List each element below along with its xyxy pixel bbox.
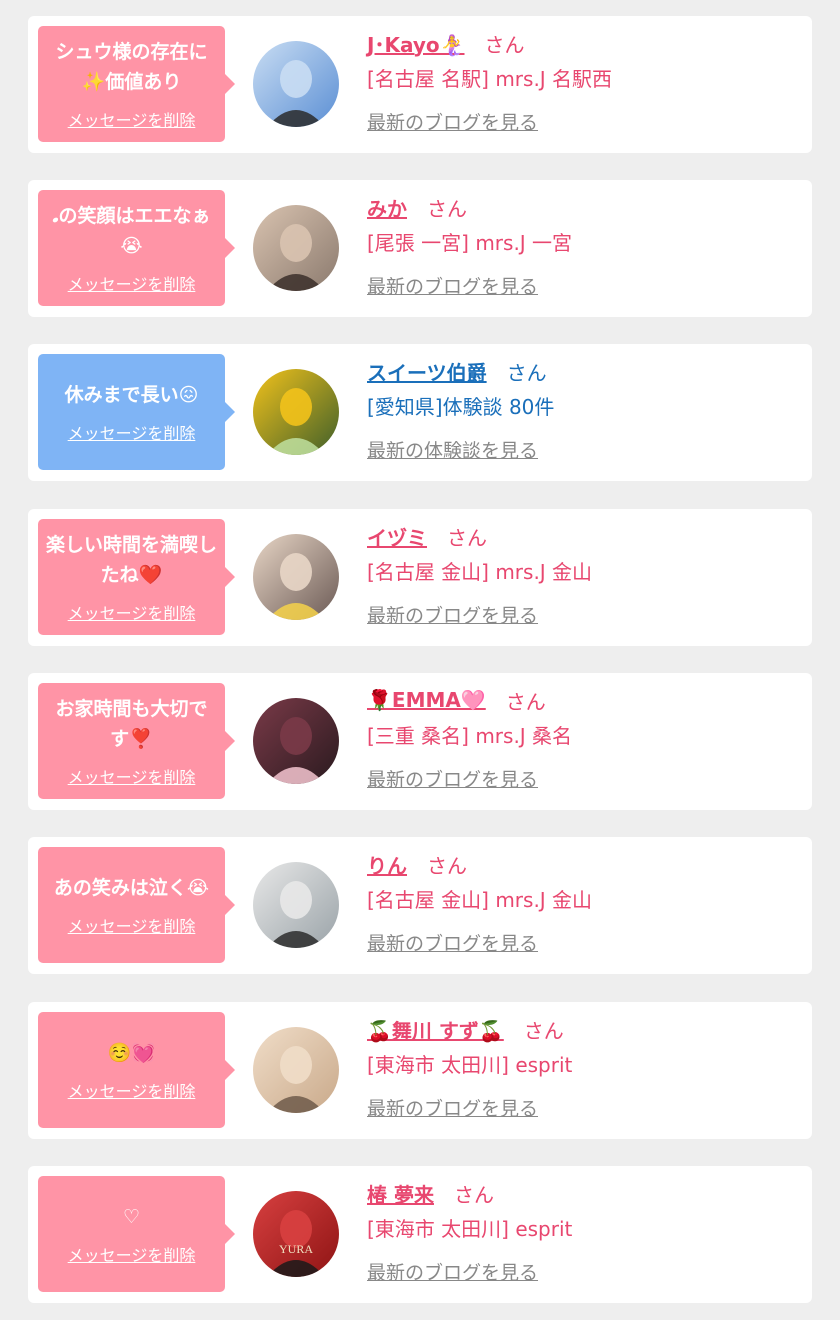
latest-posts-link[interactable]: 最新のブログを見る: [367, 1258, 538, 1285]
delete-message-link[interactable]: メッセージを削除: [68, 420, 196, 444]
message-bubble: あの笑みは泣く😭 メッセージを削除: [38, 847, 235, 963]
delete-message-link[interactable]: メッセージを削除: [68, 600, 196, 624]
avatar[interactable]: YURA: [253, 1191, 339, 1277]
message-text: 楽しい時間を満喫したね❤️: [46, 534, 218, 586]
message-bubble: ☺️💓 メッセージを削除: [38, 1012, 235, 1128]
name-row: イヅミ さん: [367, 519, 797, 553]
shop-label: [愛知県]体験談 80件: [367, 395, 555, 419]
sender-info: みか さん [尾張 一宮] mrs.J 一宮 最新のブログを見る: [367, 190, 797, 299]
honorific: さん: [447, 525, 487, 550]
message-card: あの笑みは泣く😭 メッセージを削除 りん さん [名古屋 金山] mrs.J 金…: [28, 837, 812, 974]
name-row: 🌹EMMA🩷 さん: [367, 683, 797, 717]
avatar[interactable]: [253, 534, 339, 620]
delete-message-link[interactable]: メッセージを削除: [68, 1078, 196, 1102]
avatar[interactable]: [253, 369, 339, 455]
sender-name-link[interactable]: 🌹EMMA🩷: [367, 688, 486, 712]
shop-label: [名古屋 金山] mrs.J 金山: [367, 560, 593, 584]
latest-posts-link[interactable]: 最新のブログを見る: [367, 272, 538, 299]
portrait-photo-icon: [253, 698, 339, 784]
sender-info: 椿 夢来 さん [東海市 太田川] esprit 最新のブログを見る: [367, 1176, 797, 1285]
avatar[interactable]: [253, 1027, 339, 1113]
message-card: ☺️💓 メッセージを削除 🍒舞川 すず🍒 さん [東海市 太田川] esprit…: [28, 1002, 812, 1139]
message-bubble: ♡ メッセージを削除: [38, 1176, 235, 1292]
latest-posts-link[interactable]: 最新のブログを見る: [367, 1094, 538, 1121]
flower-photo-icon: [253, 369, 339, 455]
latest-posts-link[interactable]: 最新のブログを見る: [367, 601, 538, 628]
name-row: りん さん: [367, 847, 797, 881]
sender-name-link[interactable]: スイーツ伯爵: [367, 357, 487, 386]
sender-info: イヅミ さん [名古屋 金山] mrs.J 金山 最新のブログを見る: [367, 519, 797, 628]
name-row: スイーツ伯爵 さん: [367, 354, 797, 388]
avatar[interactable]: [253, 698, 339, 784]
birthday-photo-icon: YURA: [253, 1191, 339, 1277]
message-text: 𝅘の笑顔はエエなぁ😭: [52, 205, 211, 257]
masked-face-photo-icon: [253, 862, 339, 948]
message-card: お家時間も大切です❣️ メッセージを削除 🌹EMMA🩷 さん [三重 桑名] m…: [28, 673, 812, 810]
honorific: さん: [427, 853, 467, 878]
delete-message-link[interactable]: メッセージを削除: [68, 913, 196, 937]
avatar[interactable]: [253, 205, 339, 291]
message-bubble: お家時間も大切です❣️ メッセージを削除: [38, 683, 235, 799]
tower-photo-icon: [253, 41, 339, 127]
message-card: 楽しい時間を満喫したね❤️ メッセージを削除 イヅミ さん [名古屋 金山] m…: [28, 509, 812, 646]
message-list: シュウ様の存在に✨価値あり メッセージを削除: [0, 0, 840, 1320]
delete-message-link[interactable]: メッセージを削除: [68, 1242, 196, 1266]
sender-info: 🌹EMMA🩷 さん [三重 桑名] mrs.J 桑名 最新のブログを見る: [367, 683, 797, 792]
message-bubble: シュウ様の存在に✨価値あり メッセージを削除: [38, 26, 235, 142]
name-row: J･Kayo🧜‍♀️ さん: [367, 26, 797, 60]
message-bubble: 𝅘の笑顔はエエなぁ😭 メッセージを削除: [38, 190, 235, 306]
shop-label: [三重 桑名] mrs.J 桑名: [367, 724, 573, 748]
message-text: 休みまで長い😖: [64, 384, 199, 406]
sender-name-link[interactable]: 🍒舞川 すず🍒: [367, 1015, 504, 1044]
message-bubble: 楽しい時間を満喫したね❤️ メッセージを削除: [38, 519, 235, 635]
sender-info: りん さん [名古屋 金山] mrs.J 金山 最新のブログを見る: [367, 847, 797, 956]
shop-label: [東海市 太田川] esprit: [367, 1053, 573, 1077]
latest-posts-link[interactable]: 最新のブログを見る: [367, 929, 538, 956]
delete-message-link[interactable]: メッセージを削除: [68, 107, 196, 131]
shop-label: [尾張 一宮] mrs.J 一宮: [367, 231, 573, 255]
honorific: さん: [505, 689, 546, 714]
star-face-photo-icon: [253, 534, 339, 620]
shop-label: [東海市 太田川] esprit: [367, 1217, 573, 1241]
message-card: 𝅘の笑顔はエエなぁ😭 メッセージを削除 みか さん [尾張 一宮] mrs.J …: [28, 180, 812, 317]
message-text: ♡: [122, 1206, 141, 1228]
selfie-photo-icon: [253, 205, 339, 291]
honorific: さん: [523, 1018, 564, 1043]
message-text: お家時間も大切です❣️: [55, 698, 208, 750]
name-row: 椿 夢来 さん: [367, 1176, 797, 1210]
message-card: シュウ様の存在に✨価値あり メッセージを削除: [28, 16, 812, 153]
latest-posts-link[interactable]: 最新のブログを見る: [367, 765, 538, 792]
shop-label: [名古屋 名駅] mrs.J 名駅西: [367, 67, 613, 91]
delete-message-link[interactable]: メッセージを削除: [68, 764, 196, 788]
honorific: さん: [427, 196, 467, 221]
sender-info: 🍒舞川 すず🍒 さん [東海市 太田川] esprit 最新のブログを見る: [367, 1012, 797, 1121]
name-row: みか さん: [367, 190, 797, 224]
avatar[interactable]: [253, 862, 339, 948]
message-text: あの笑みは泣く😭: [53, 877, 210, 899]
message-text: ☺️💓: [107, 1042, 156, 1064]
sender-name-link[interactable]: J･Kayo🧜‍♀️: [367, 29, 465, 58]
sender-name-link[interactable]: みか: [367, 193, 407, 222]
message-card: ♡ メッセージを削除 YURA 椿 夢来 さん [東海市 太田川] esprit…: [28, 1166, 812, 1303]
message-text: シュウ様の存在に✨価値あり: [55, 41, 208, 93]
latest-posts-link[interactable]: 最新のブログを見る: [367, 108, 538, 135]
message-card: 休みまで長い😖 メッセージを削除 スイーツ伯爵 さん [愛知県]体験談 80件 …: [28, 344, 812, 481]
sender-name-link[interactable]: りん: [367, 850, 407, 879]
avatar[interactable]: [253, 41, 339, 127]
honorific: さん: [453, 1182, 494, 1207]
kimono-photo-icon: [253, 1027, 339, 1113]
sender-name-link[interactable]: イヅミ: [367, 522, 427, 551]
honorific: さん: [484, 32, 525, 57]
delete-message-link[interactable]: メッセージを削除: [68, 271, 196, 295]
sender-info: スイーツ伯爵 さん [愛知県]体験談 80件 最新の体験談を見る: [367, 354, 797, 463]
sender-info: J･Kayo🧜‍♀️ さん [名古屋 名駅] mrs.J 名駅西 最新のブログを…: [367, 26, 797, 135]
name-row: 🍒舞川 すず🍒 さん: [367, 1012, 797, 1046]
sender-name-link[interactable]: 椿 夢来: [367, 1179, 434, 1208]
shop-label: [名古屋 金山] mrs.J 金山: [367, 888, 593, 912]
latest-posts-link[interactable]: 最新の体験談を見る: [367, 436, 538, 463]
avatar-caption: YURA: [279, 1242, 313, 1256]
message-bubble: 休みまで長い😖 メッセージを削除: [38, 354, 235, 470]
honorific: さん: [506, 360, 547, 385]
